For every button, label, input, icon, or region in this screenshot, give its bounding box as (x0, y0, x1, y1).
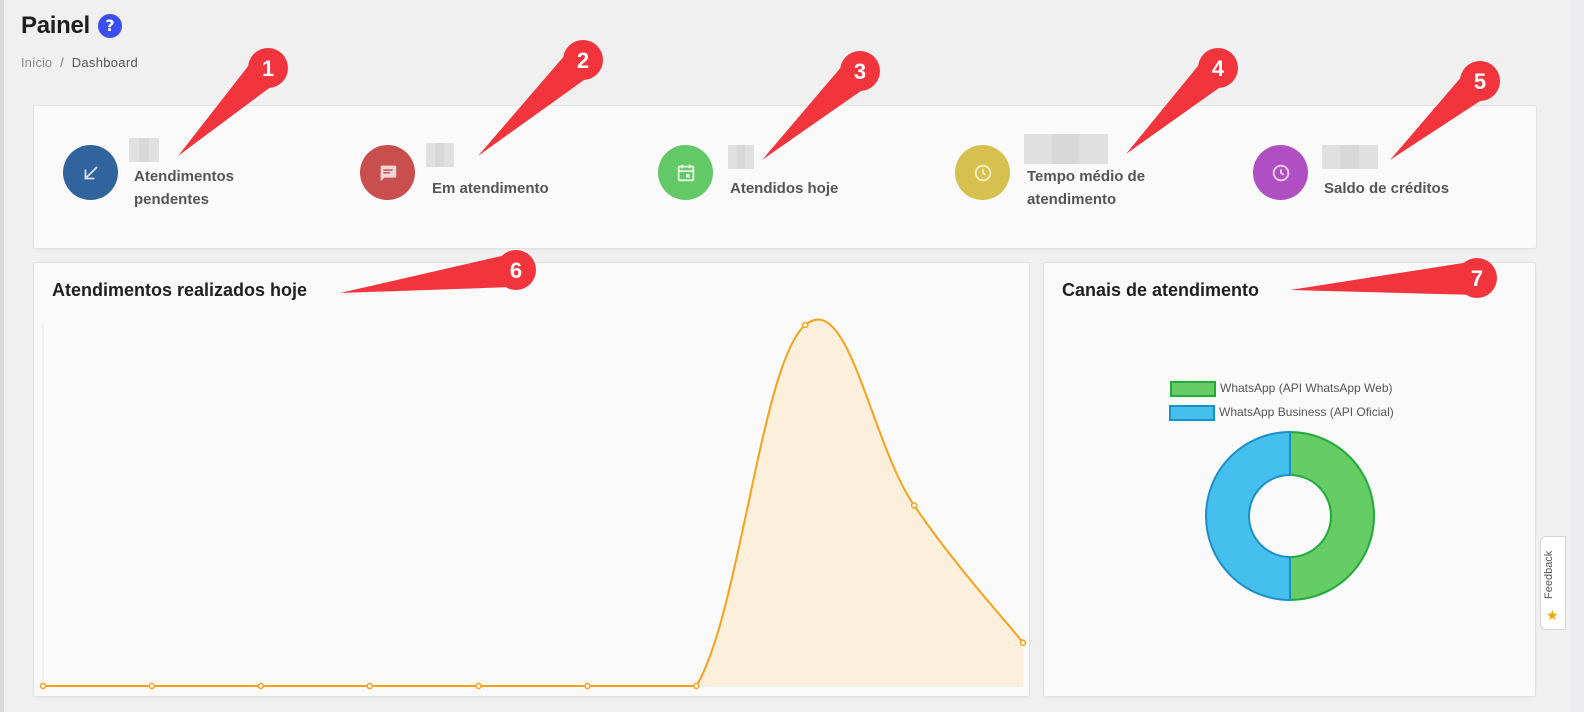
donut-slice[interactable] (1205, 430, 1291, 602)
data-point[interactable] (257, 682, 265, 690)
callout-number: 1 (262, 56, 274, 81)
stat-label-pending: Atendimentos pendentes (134, 168, 235, 208)
stat-value-in-progress (426, 143, 454, 167)
donut-slice[interactable] (1289, 430, 1375, 602)
data-point[interactable] (910, 502, 918, 509)
help-circle-icon[interactable]: ? (98, 14, 122, 38)
attendance-today-card: Atendimentos realizados hoje (33, 262, 1030, 697)
star-icon: ★ (1546, 607, 1559, 623)
feedback-label: Feedback (1543, 550, 1555, 599)
stats-summary-card: Atendimentos pendentes Em atendimento Ate… (33, 105, 1537, 249)
calendar-icon (658, 145, 713, 200)
stat-label-credits: Saldo de créditos (1324, 180, 1450, 197)
breadcrumb: Início / Dashboard (21, 55, 138, 70)
data-point[interactable] (148, 682, 156, 690)
data-point[interactable] (801, 321, 809, 329)
page-title: Painel (21, 12, 90, 39)
callout-number: 2 (577, 48, 589, 73)
stat-value-pending (129, 138, 159, 162)
callout-number: 3 (854, 59, 866, 84)
clock-icon (955, 145, 1010, 200)
stat-value-today (728, 145, 754, 169)
data-point[interactable] (693, 682, 700, 690)
data-point[interactable] (1019, 639, 1027, 646)
attendance-area-chart (39, 318, 1027, 690)
stat-value-credits (1322, 145, 1378, 169)
breadcrumb-separator: / (60, 55, 64, 70)
data-point[interactable] (39, 682, 47, 690)
callout-number: 4 (1212, 56, 1225, 81)
data-point[interactable] (366, 682, 373, 690)
breadcrumb-current: Dashboard (71, 55, 139, 70)
series-area-fill (43, 319, 1023, 686)
feedback-tab[interactable]: Feedback ★ (1540, 536, 1566, 630)
stat-value-avg-time (1024, 134, 1108, 164)
stat-label-in-progress: Em atendimento (432, 180, 549, 197)
arrow-down-left-icon (63, 145, 118, 200)
callout-number: 5 (1474, 69, 1486, 94)
breadcrumb-home-link[interactable]: Início (21, 55, 52, 70)
channels-donut-chart (1205, 430, 1375, 602)
data-point[interactable] (475, 682, 482, 690)
stat-label-avg-time: Tempo médio de atendimento (1027, 168, 1146, 208)
chat-bubble-icon (360, 145, 415, 200)
window-right-edge (1570, 0, 1584, 712)
data-point[interactable] (584, 682, 591, 690)
clock-icon (1253, 145, 1308, 200)
service-channels-card: Canais de atendimento WhatsApp (API What… (1043, 262, 1536, 697)
window-left-edge (0, 0, 4, 712)
stat-label-today: Atendidos hoje (730, 180, 839, 197)
